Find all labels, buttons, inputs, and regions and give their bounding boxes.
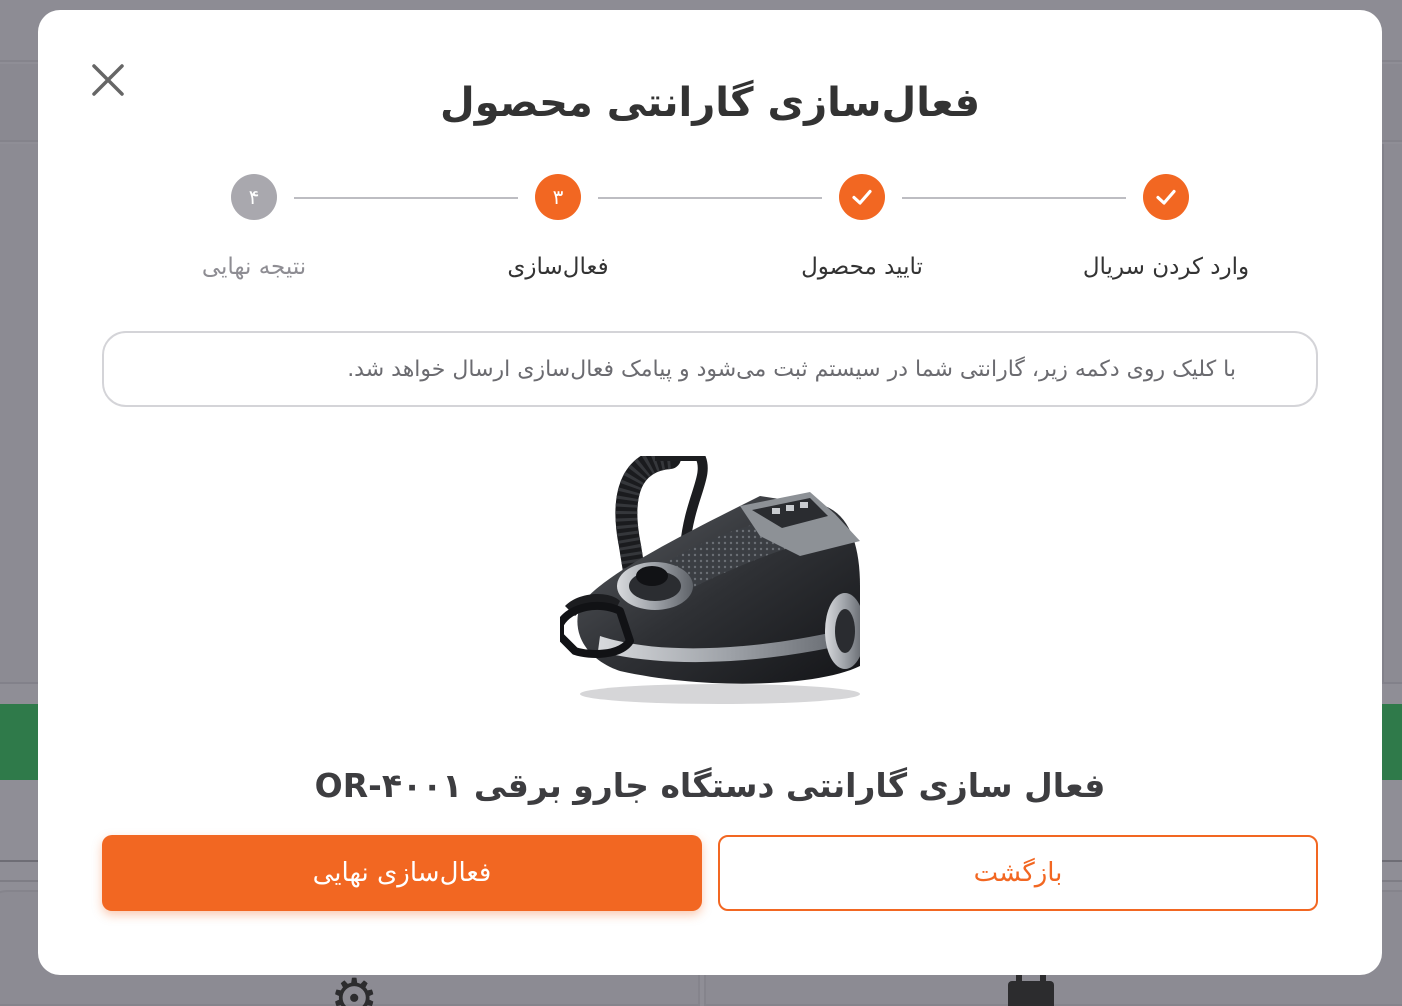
step-2-circle — [839, 174, 885, 220]
background-green-banner — [1382, 704, 1402, 780]
step-connector — [598, 197, 822, 199]
final-activation-button[interactable]: فعال‌سازی نهایی — [102, 835, 702, 911]
info-message-box: با کلیک روی دکمه زیر، گارانتی شما در سیس… — [102, 331, 1318, 407]
step-4-circle: ۴ — [231, 174, 277, 220]
step-3-number: ۳ — [552, 185, 564, 209]
check-icon — [852, 189, 872, 205]
background-card — [0, 144, 38, 684]
step-4-label: نتیجه نهایی — [201, 254, 307, 280]
step-1-circle — [1143, 174, 1189, 220]
calendar-icon — [1006, 970, 1056, 1006]
step-connector — [902, 197, 1126, 199]
step-4-number: ۴ — [248, 185, 260, 209]
warranty-activation-modal: فعال‌سازی گارانتی محصول ۳ ۴ وارد کردن سر… — [38, 10, 1382, 975]
background-green-banner — [0, 704, 38, 780]
step-connector — [294, 197, 518, 199]
info-message: با کلیک روی دکمه زیر، گارانتی شما در سیس… — [347, 356, 1236, 382]
background-card — [1382, 144, 1402, 684]
step-1-label: وارد کردن سریال — [1082, 254, 1250, 280]
step-3-circle: ۳ — [535, 174, 581, 220]
check-icon — [1156, 189, 1176, 205]
vacuum-cleaner-image — [560, 456, 860, 722]
product-title: فعال سازی گارانتی دستگاه جارو برقی OR-۴۰… — [314, 766, 1106, 805]
back-button[interactable]: بازگشت — [718, 835, 1318, 911]
step-2-label: تایید محصول — [801, 254, 923, 280]
step-3-label: فعال‌سازی — [507, 254, 609, 280]
gear-icon: ⚙ — [330, 967, 379, 1006]
stepper: ۳ ۴ وارد کردن سریال تایید محصول فعال‌ساز… — [38, 10, 1382, 310]
